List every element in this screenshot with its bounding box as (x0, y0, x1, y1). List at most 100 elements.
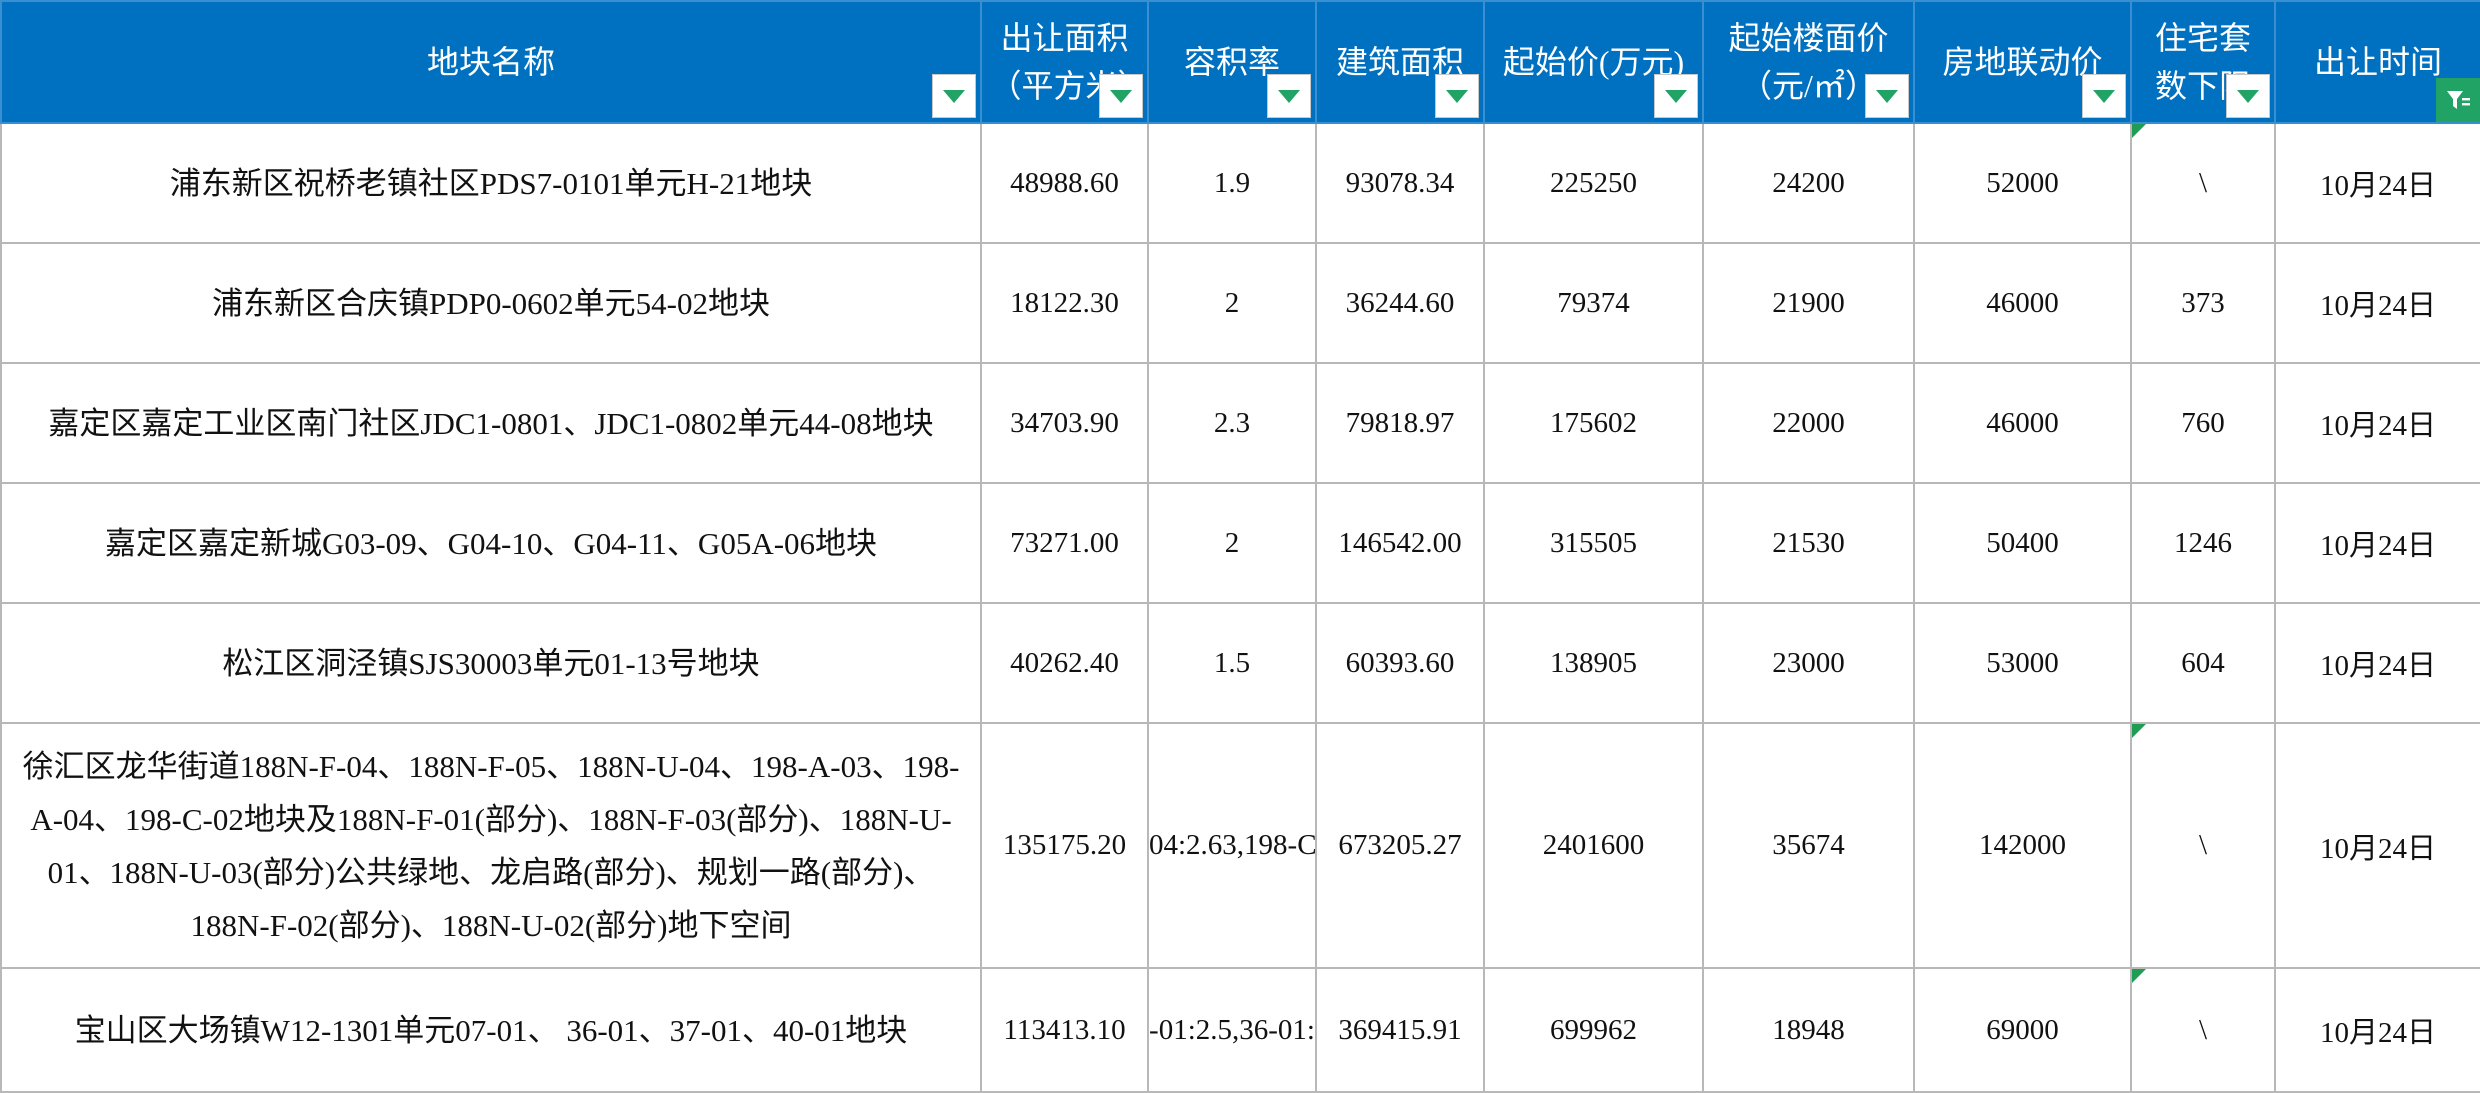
area-cell[interactable]: 18122.30 (980, 242, 1149, 364)
auction-date-cell[interactable]: 10月24日 (2274, 967, 2480, 1093)
col-header-min-units[interactable]: 住宅套数下限 (2130, 0, 2276, 124)
floor-price-cell[interactable]: 21900 (1702, 242, 1915, 364)
col-header-gfa[interactable]: 建筑面积 (1315, 0, 1485, 124)
far-cell[interactable]: 1.9 (1147, 122, 1317, 244)
area-cell[interactable]: 73271.00 (980, 482, 1149, 604)
comment-indicator-icon[interactable] (2133, 970, 2146, 983)
gfa-cell[interactable]: 36244.60 (1315, 242, 1485, 364)
area-cell[interactable]: 48988.60 (980, 122, 1149, 244)
parcel-name-text: 宝山区大场镇W12-1301单元07-01、 36-01、37-01、40-01… (74, 1012, 908, 1048)
floor-price-cell[interactable]: 22000 (1702, 362, 1915, 484)
linked-price-cell[interactable]: 69000 (1913, 967, 2132, 1093)
gfa-cell[interactable]: 79818.97 (1315, 362, 1485, 484)
gfa-cell[interactable]: 93078.34 (1315, 122, 1485, 244)
filter-dropdown-button[interactable] (1435, 74, 1479, 118)
floor-price-cell[interactable]: 35674 (1702, 722, 1915, 969)
auction-date-cell[interactable]: 10月24日 (2274, 362, 2480, 484)
table-row[interactable]: 松江区洞泾镇SJS30003单元01-13号地块 40262.40 1.5 60393… (0, 602, 2480, 724)
parcel-name-text: 徐汇区龙华街道188N-F-04、188N-F-05、188N-U-04、198… (22, 748, 960, 943)
col-header-floor-price[interactable]: 起始楼面价（元/㎡） (1702, 0, 1915, 124)
parcel-name-text: 浦东新区合庆镇PDP0-0602单元54-02地块 (211, 285, 770, 321)
linked-price-cell[interactable]: 53000 (1913, 602, 2132, 724)
far-cell[interactable]: 04:2.63,198-C (1147, 722, 1317, 969)
auction-date-cell[interactable]: 10月24日 (2274, 602, 2480, 724)
linked-price-cell[interactable]: 52000 (1913, 122, 2132, 244)
comment-indicator-icon[interactable] (2133, 725, 2146, 738)
linked-price-cell[interactable]: 142000 (1913, 722, 2132, 969)
auction-date-cell[interactable]: 10月24日 (2274, 242, 2480, 364)
min-units-text: \ (2198, 166, 2208, 199)
table-row[interactable]: 浦东新区合庆镇PDP0-0602单元54-02地块 18122.30 2 36244.… (0, 242, 2480, 364)
gfa-cell[interactable]: 146542.00 (1315, 482, 1485, 604)
comment-indicator-icon[interactable] (2133, 125, 2146, 138)
start-price-cell[interactable]: 79374 (1483, 242, 1704, 364)
table-row[interactable]: 嘉定区嘉定新城G03-09、G04-10、G04-11、G05A-06地块 732… (0, 482, 2480, 604)
filter-dropdown-button[interactable] (2226, 74, 2270, 118)
min-units-cell[interactable]: 604 (2130, 602, 2276, 724)
parcel-name-cell[interactable]: 嘉定区嘉定工业区南门社区JDC1-0801、JDC1-0802单元44-08地块 (0, 362, 982, 484)
gfa-cell[interactable]: 369415.91 (1315, 967, 1485, 1093)
min-units-cell[interactable]: \ (2130, 967, 2276, 1093)
parcel-name-cell[interactable]: 浦东新区合庆镇PDP0-0602单元54-02地块 (0, 242, 982, 364)
floor-price-cell[interactable]: 18948 (1702, 967, 1915, 1093)
linked-price-cell[interactable]: 50400 (1913, 482, 2132, 604)
start-price-cell[interactable]: 315505 (1483, 482, 1704, 604)
gfa-cell[interactable]: 673205.27 (1315, 722, 1485, 969)
col-header-auction-date[interactable]: 出让时间 (2274, 0, 2480, 124)
area-cell[interactable]: 34703.90 (980, 362, 1149, 484)
col-header-far[interactable]: 容积率 (1147, 0, 1317, 124)
col-header-start-price[interactable]: 起始价(万元) (1483, 0, 1704, 124)
col-header-area[interactable]: 出让面积（平方米） (980, 0, 1149, 124)
parcel-name-cell[interactable]: 嘉定区嘉定新城G03-09、G04-10、G04-11、G05A-06地块 (0, 482, 982, 604)
gfa-text: 146542.00 (1338, 526, 1462, 559)
floor-price-cell[interactable]: 23000 (1702, 602, 1915, 724)
start-price-cell[interactable]: 175602 (1483, 362, 1704, 484)
gfa-cell[interactable]: 60393.60 (1315, 602, 1485, 724)
auction-date-cell[interactable]: 10月24日 (2274, 482, 2480, 604)
far-cell[interactable]: 1.5 (1147, 602, 1317, 724)
floor-price-text: 22000 (1772, 406, 1845, 439)
filter-dropdown-button[interactable] (1267, 74, 1311, 118)
parcel-name-cell[interactable]: 宝山区大场镇W12-1301单元07-01、 36-01、37-01、40-01… (0, 967, 982, 1093)
min-units-cell[interactable]: \ (2130, 722, 2276, 969)
min-units-cell[interactable]: \ (2130, 122, 2276, 244)
filter-dropdown-button[interactable] (1099, 74, 1143, 118)
min-units-text: \ (2198, 829, 2208, 861)
auction-date-cell[interactable]: 10月24日 (2274, 122, 2480, 244)
col-header-parcel-name[interactable]: 地块名称 (0, 0, 982, 124)
min-units-cell[interactable]: 1246 (2130, 482, 2276, 604)
far-cell[interactable]: 2 (1147, 242, 1317, 364)
table-row[interactable]: 嘉定区嘉定工业区南门社区JDC1-0801、JDC1-0802单元44-08地块… (0, 362, 2480, 484)
area-cell[interactable]: 135175.20 (980, 722, 1149, 969)
table-row[interactable]: 宝山区大场镇W12-1301单元07-01、 36-01、37-01、40-01… (0, 967, 2480, 1093)
start-price-cell[interactable]: 225250 (1483, 122, 1704, 244)
parcel-name-cell[interactable]: 浦东新区祝桥老镇社区PDS7-0101单元H-21地块 (0, 122, 982, 244)
far-cell[interactable]: -01:2.5,36-01: (1147, 967, 1317, 1093)
table-row[interactable]: 徐汇区龙华街道188N-F-04、188N-F-05、188N-U-04、198… (0, 722, 2480, 969)
filter-dropdown-button[interactable] (1654, 74, 1698, 118)
linked-price-cell[interactable]: 46000 (1913, 362, 2132, 484)
col-header-linked-price[interactable]: 房地联动价 (1913, 0, 2132, 124)
far-cell[interactable]: 2.3 (1147, 362, 1317, 484)
area-cell[interactable]: 40262.40 (980, 602, 1149, 724)
auction-date-text: 10月24日 (2319, 832, 2436, 865)
min-units-cell[interactable]: 760 (2130, 362, 2276, 484)
table-row[interactable]: 浦东新区祝桥老镇社区PDS7-0101单元H-21地块 48988.60 1.9 93… (0, 122, 2480, 244)
filter-dropdown-button[interactable] (932, 74, 976, 118)
min-units-cell[interactable]: 373 (2130, 242, 2276, 364)
floor-price-cell[interactable]: 24200 (1702, 122, 1915, 244)
floor-price-cell[interactable]: 21530 (1702, 482, 1915, 604)
parcel-name-cell[interactable]: 松江区洞泾镇SJS30003单元01-13号地块 (0, 602, 982, 724)
linked-price-cell[interactable]: 46000 (1913, 242, 2132, 364)
start-price-cell[interactable]: 699962 (1483, 967, 1704, 1093)
start-price-cell[interactable]: 2401600 (1483, 722, 1704, 969)
start-price-cell[interactable]: 138905 (1483, 602, 1704, 724)
area-cell[interactable]: 113413.10 (980, 967, 1149, 1093)
auction-date-cell[interactable]: 10月24日 (2274, 722, 2480, 969)
filter-dropdown-button[interactable] (1865, 74, 1909, 118)
filter-dropdown-button[interactable] (2082, 74, 2126, 118)
parcel-name-cell[interactable]: 徐汇区龙华街道188N-F-04、188N-F-05、188N-U-04、198… (0, 722, 982, 969)
far-cell[interactable]: 2 (1147, 482, 1317, 604)
auction-date-text: 10月24日 (2319, 530, 2436, 562)
filter-active-button[interactable] (2436, 78, 2479, 121)
